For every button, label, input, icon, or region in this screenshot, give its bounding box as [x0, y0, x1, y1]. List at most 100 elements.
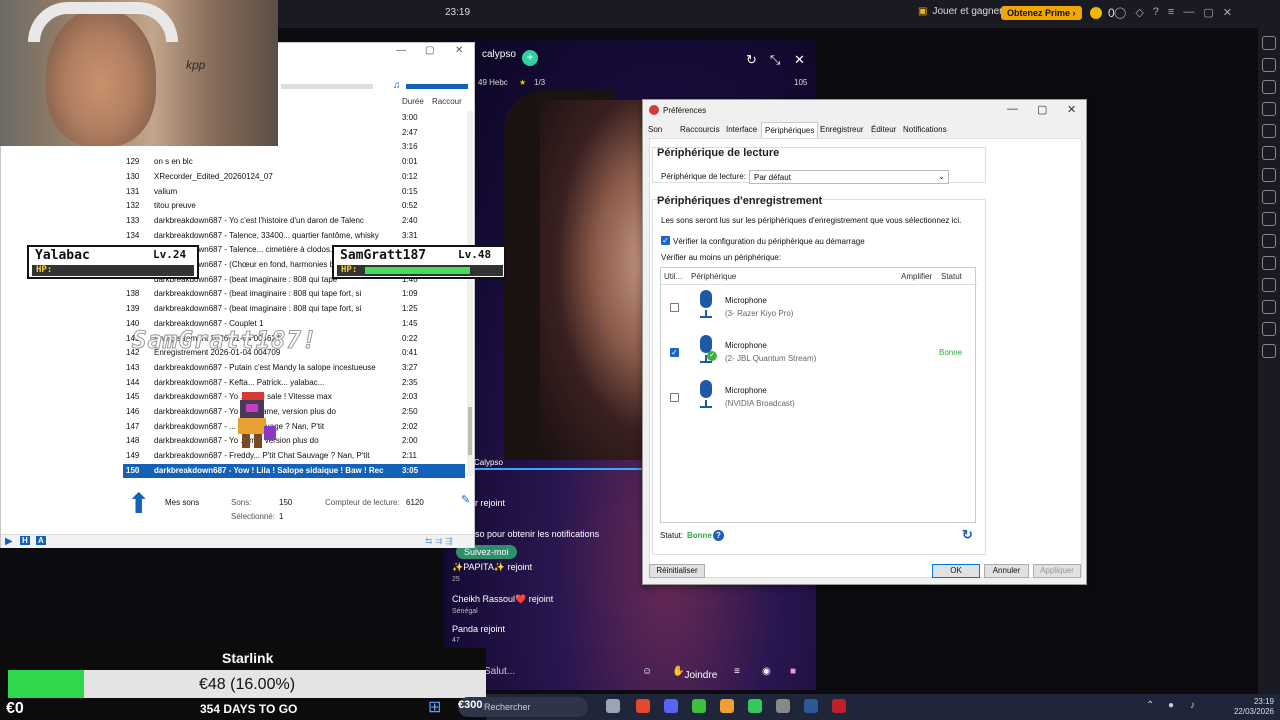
steam-icon[interactable]: [804, 699, 818, 713]
sidebar-tool-icon[interactable]: [1262, 168, 1276, 182]
track-row[interactable]: 131 valium 0:15: [123, 185, 465, 199]
sidebar-tool-icon[interactable]: [1262, 300, 1276, 314]
sidebar-tool-icon[interactable]: [1262, 102, 1276, 116]
column-shortcut[interactable]: Raccour: [432, 97, 462, 106]
track-row[interactable]: 144 darkbreakdown687 - Kefta... Patrick..…: [123, 376, 465, 390]
device-checkbox[interactable]: [670, 303, 679, 312]
taskbar-clock[interactable]: 23:19 22/03/2026: [1226, 697, 1274, 717]
minimize-icon[interactable]: —: [396, 45, 406, 56]
gift-icon[interactable]: ■: [790, 666, 796, 677]
track-row[interactable]: 132 titou preuve 0:52: [123, 199, 465, 213]
verify-checkbox[interactable]: ✓: [661, 236, 670, 245]
device-row[interactable]: ✓ ✓ Microphone (2- JBL Quantum Stream) B…: [661, 333, 977, 377]
play-and-win-button[interactable]: ▣ Jouer et gagner: [918, 6, 1003, 17]
device-row[interactable]: Microphone (NVIDIA Broadcast): [661, 378, 977, 422]
volume-control[interactable]: ♫: [281, 80, 471, 93]
play-icon[interactable]: ▶: [5, 536, 13, 547]
track-row[interactable]: 130 XRecorder_Edited_20260124_07 0:12: [123, 170, 465, 184]
track-list-scrollbar[interactable]: [467, 111, 473, 476]
reset-button[interactable]: Réinitialiser: [649, 564, 705, 578]
track-row[interactable]: 134 darkbreakdown687 - Talence, 33400... …: [123, 229, 465, 243]
viewer-count[interactable]: 105: [794, 78, 807, 87]
maximize-icon[interactable]: ▢: [1203, 6, 1213, 19]
sidebar-tool-icon[interactable]: [1262, 212, 1276, 226]
tab-raccourcis[interactable]: Raccourcis: [680, 125, 720, 134]
track-row[interactable]: 150 darkbreakdown687 - Yow ! Lila ! Salop…: [123, 463, 465, 478]
sidebar-tool-icon[interactable]: [1262, 124, 1276, 138]
apply-button[interactable]: Appliquer: [1033, 564, 1081, 578]
sidebar-tool-icon[interactable]: [1262, 344, 1276, 358]
tab-son[interactable]: Son: [648, 125, 662, 134]
column-use[interactable]: Util...: [664, 272, 682, 281]
sidebar-tool-icon[interactable]: [1262, 322, 1276, 336]
home-arrow-icon[interactable]: ⬆: [127, 487, 150, 520]
tab-notifications[interactable]: Notifications: [903, 125, 947, 134]
wrench-icon[interactable]: ✎: [461, 493, 470, 506]
maximize-icon[interactable]: ▢: [425, 45, 434, 56]
volume-slider[interactable]: [406, 84, 468, 89]
column-amplify[interactable]: Amplifier: [901, 272, 932, 281]
task-view-icon[interactable]: [606, 699, 620, 713]
app-icon[interactable]: [720, 699, 734, 713]
sidebar-tool-icon[interactable]: [1262, 278, 1276, 292]
close-stream-icon[interactable]: ✕: [794, 52, 805, 68]
sidebar-tool-icon[interactable]: [1262, 58, 1276, 72]
game-icon[interactable]: ◉: [762, 666, 771, 677]
comment-input[interactable]: Salut...: [484, 666, 515, 677]
volume-icon[interactable]: ♪: [1190, 700, 1195, 711]
app-icon[interactable]: [776, 699, 790, 713]
track-row[interactable]: 139 darkbreakdown687 - (beat imaginaire :…: [123, 302, 465, 316]
help-icon[interactable]: ?: [1153, 6, 1159, 19]
brave-icon[interactable]: [636, 699, 650, 713]
app-icon[interactable]: [748, 699, 762, 713]
sidebar-tool-icon[interactable]: [1262, 190, 1276, 204]
refresh-icon[interactable]: ↻: [962, 527, 973, 543]
follow-plus-button[interactable]: +: [522, 50, 538, 66]
track-row[interactable]: 138 darkbreakdown687 - (beat imaginaire :…: [123, 287, 465, 301]
repeat-icon[interactable]: ⇆ ⇉ ⇶: [425, 536, 453, 547]
get-prime-button[interactable]: Obtenez Prime ›: [1001, 6, 1082, 20]
bell-icon[interactable]: ◇: [1135, 6, 1143, 19]
sidebar-tool-icon[interactable]: [1262, 146, 1276, 160]
microphone-tray-icon[interactable]: ●: [1168, 700, 1174, 711]
sidebar-tool-icon[interactable]: [1262, 80, 1276, 94]
sidebar-tool-icon[interactable]: [1262, 234, 1276, 248]
close-icon[interactable]: ✕: [1067, 103, 1076, 116]
join-button[interactable]: ✋ Joindre: [672, 666, 717, 681]
track-row[interactable]: 146darkbreakdown687 - Yo ... le game, ve…: [123, 405, 465, 419]
cancel-button[interactable]: Annuler: [984, 564, 1029, 578]
chevron-up-icon[interactable]: ⌃: [1146, 700, 1154, 711]
app-icon[interactable]: [692, 699, 706, 713]
user-icon[interactable]: ◯: [1114, 6, 1126, 19]
close-icon[interactable]: ✕: [1223, 6, 1232, 19]
share-icon[interactable]: ↻: [746, 52, 757, 68]
track-row[interactable]: 145darkbreakdown687 - Yo ... parti sale …: [123, 390, 465, 404]
column-device[interactable]: Périphérique: [691, 272, 736, 281]
device-checkbox[interactable]: ✓: [670, 348, 679, 357]
column-status[interactable]: Statut: [941, 272, 962, 281]
ok-button[interactable]: OK: [932, 564, 980, 578]
tab-enregistreur[interactable]: Enregistreur: [820, 125, 864, 134]
maximize-icon[interactable]: ▢: [1037, 103, 1047, 116]
windows-start-icon[interactable]: ⊞: [428, 697, 441, 717]
h-mode-icon[interactable]: H: [20, 536, 30, 545]
discord-icon[interactable]: [664, 699, 678, 713]
playback-device-select[interactable]: Par défaut ⌄: [749, 170, 949, 184]
track-row[interactable]: 147darkbreakdown687 - ... hat Sauvage ? …: [123, 420, 465, 434]
more-menu-icon[interactable]: ≡: [734, 666, 740, 677]
a-mode-icon[interactable]: A: [36, 536, 46, 545]
track-row[interactable]: 148 darkbreakdown687 - Yo ... me, version…: [123, 434, 465, 448]
track-row[interactable]: 143 darkbreakdown687 - Putain c'est Mandy…: [123, 361, 465, 375]
device-row[interactable]: Microphone (3- Razer Kiyo Pro): [661, 288, 977, 332]
track-row[interactable]: 129 on s en blc 0:01: [123, 155, 465, 169]
track-row[interactable]: 133 darkbreakdown687 - Yo c'est l'histoir…: [123, 214, 465, 228]
emoji-icon[interactable]: ☺: [642, 666, 652, 677]
help-icon[interactable]: ?: [713, 530, 724, 541]
device-checkbox[interactable]: [670, 393, 679, 402]
seek-bar[interactable]: [281, 84, 373, 89]
minimize-icon[interactable]: —: [1183, 6, 1194, 19]
streamer-name[interactable]: calypso: [482, 49, 516, 60]
sidebar-tool-icon[interactable]: [1262, 36, 1276, 50]
sidebar-tool-icon[interactable]: [1262, 256, 1276, 270]
close-icon[interactable]: ✕: [455, 45, 463, 56]
